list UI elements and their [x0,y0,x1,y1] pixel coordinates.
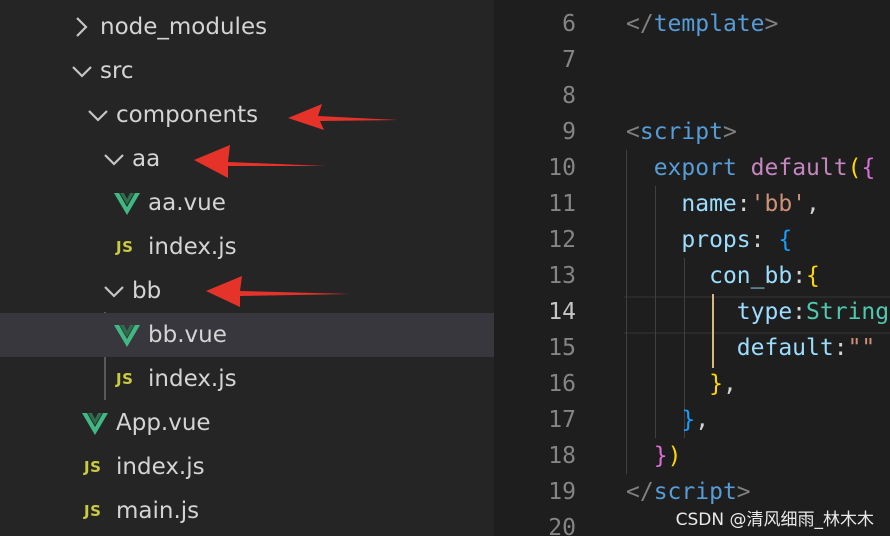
code-text: props: { [681,227,793,253]
code-text: }) [653,443,682,469]
line-number: 15 [548,335,576,361]
code-line[interactable]: 6 </template> [494,6,890,42]
line-number: 13 [548,263,576,289]
arrow-components [288,104,398,130]
code-editor[interactable]: 6 </template> 7 8 9 <script> 10 export default… [494,0,890,536]
line-number: 18 [548,443,576,469]
code-text: type:String [736,299,890,325]
code-text: }, [681,407,710,433]
arrow-aa [194,145,326,178]
line-number: 10 [548,155,576,181]
code-line[interactable]: 10 export default({ [494,150,890,186]
code-text: con_bb:{ [709,263,820,289]
code-line[interactable]: 18 }) [494,438,890,474]
code-text: }, [709,371,737,397]
watermark: CSDN @清风细雨_林木木 [675,510,874,530]
arrow-bb [206,276,350,307]
code-line[interactable]: 16 }, [494,366,890,402]
line-number: 6 [562,11,576,37]
line-number: 16 [548,371,576,397]
line-number: 17 [548,407,576,433]
code-line[interactable]: 12 props: { [494,222,890,258]
code-text: export default({ [653,155,876,181]
line-number: 11 [548,191,576,217]
code-line[interactable]: 17 }, [494,402,890,438]
code-line[interactable]: 13 con_bb:{ [494,258,890,294]
code-line[interactable]: 8 [494,78,890,114]
code-line[interactable]: 14 type:String [494,294,890,330]
line-number: 20 [548,515,576,536]
code-text: </template> [626,11,779,37]
code-text: <script> [626,119,737,145]
file-explorer: node_modules src components aa aa.vue JS index… [0,0,494,536]
line-number: 9 [562,119,576,145]
code-line[interactable]: 9 <script> [494,114,890,150]
line-number: 12 [548,227,576,253]
code-line[interactable]: 11 name:'bb', [494,186,890,222]
code-line[interactable]: 7 [494,42,890,78]
annotation-arrows [194,104,398,307]
line-number: 14 [548,299,576,325]
line-number: 7 [562,47,576,73]
line-number: 19 [548,479,576,505]
code-line[interactable]: 15 default:"" [494,330,890,366]
code-text: default:"" [736,335,876,361]
code-text: name:'bb', [681,191,820,217]
line-number: 8 [562,83,576,109]
